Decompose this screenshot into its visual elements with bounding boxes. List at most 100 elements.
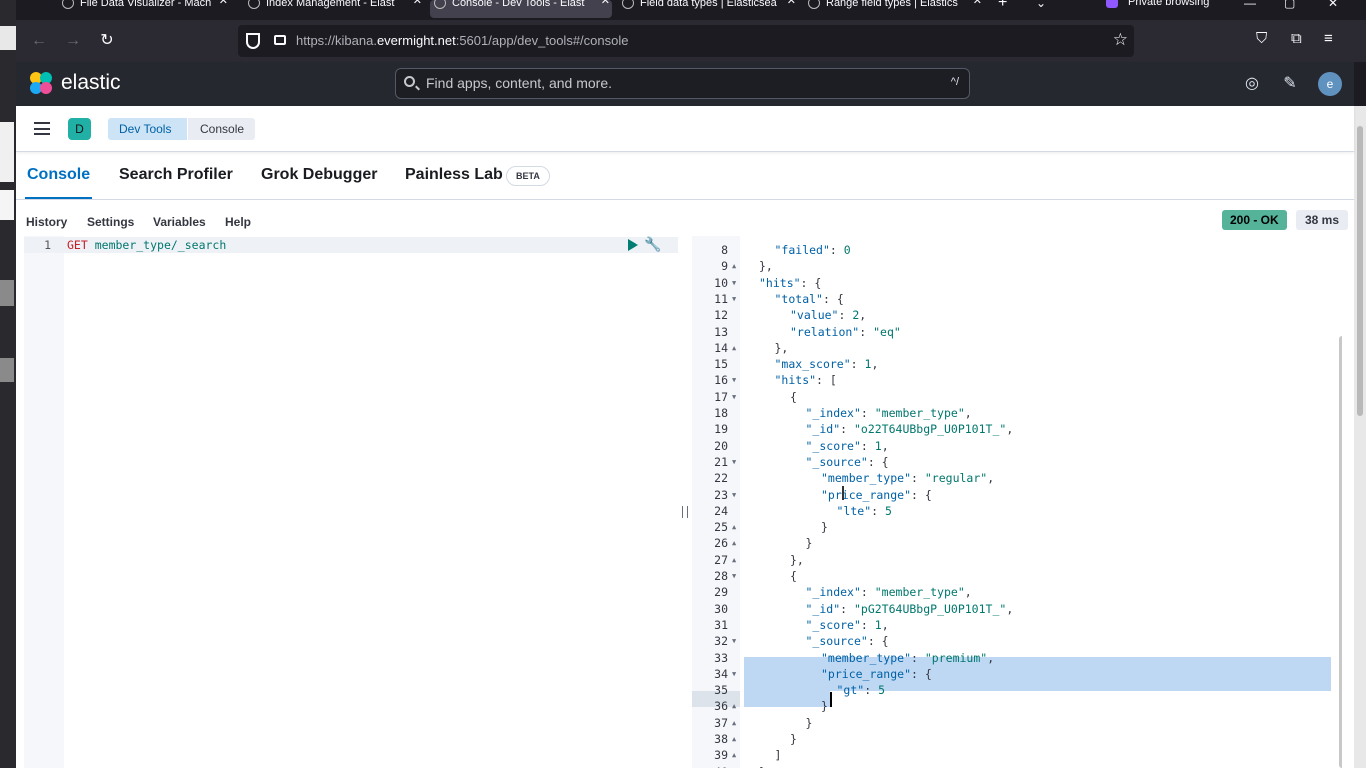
fold-caret-down-icon[interactable]: ▼ [732, 454, 736, 470]
response-line[interactable]: 15 "max_score": 1, [692, 356, 1342, 372]
fold-caret-up-icon[interactable]: ▲ [732, 731, 736, 747]
window-close-icon[interactable]: ✕ [1328, 0, 1338, 10]
user-avatar[interactable]: e [1318, 72, 1342, 96]
response-line[interactable]: 20 "_score": 1, [692, 438, 1342, 454]
response-line[interactable]: 22 "member_type": "regular", [692, 470, 1342, 486]
response-line[interactable]: 38 ▲} [692, 731, 1342, 747]
browser-tab-active[interactable]: Console - Dev Tools - Elast ✕ [430, 0, 612, 18]
close-icon[interactable]: ✕ [219, 0, 228, 7]
browser-tab[interactable]: Index Management - Elast ✕ [244, 0, 424, 18]
fold-caret-up-icon[interactable]: ▲ [732, 535, 736, 551]
maximize-icon[interactable]: ▢ [1284, 0, 1295, 10]
response-line[interactable]: 32 ▼ "_source": { [692, 633, 1342, 649]
fold-caret-down-icon[interactable]: ▼ [732, 568, 736, 584]
response-line[interactable]: 18 "_index": "member_type", [692, 405, 1342, 421]
fold-caret-up-icon[interactable]: ▲ [732, 715, 736, 731]
forward-icon[interactable]: → [62, 30, 84, 52]
panel-resizer[interactable] [682, 506, 688, 518]
response-line[interactable]: 25 ▲} [692, 519, 1342, 535]
tab-grok-debugger[interactable]: Grok Debugger [261, 166, 377, 184]
response-line[interactable]: 23 ▼ "price_range": { [692, 487, 1342, 503]
response-line[interactable]: 17 ▼ { [692, 389, 1342, 405]
help-link[interactable]: Help [225, 215, 251, 229]
history-link[interactable]: History [26, 215, 67, 229]
response-line[interactable]: 13 "relation": "eq" [692, 324, 1342, 340]
tracking-protection-icon[interactable] [246, 33, 260, 49]
hamburger-menu-icon[interactable] [34, 122, 50, 135]
breadcrumb-dev-tools[interactable]: Dev Tools [108, 118, 188, 140]
response-line[interactable]: 39 ▲] [692, 747, 1342, 763]
fold-caret-up-icon[interactable]: ▲ [732, 258, 736, 274]
extensions-icon[interactable]: ⧉ [1291, 30, 1302, 47]
fold-caret-down-icon[interactable]: ▼ [732, 633, 736, 649]
run-request-icon[interactable] [628, 239, 638, 251]
response-line[interactable]: 29 "_index": "member_type", [692, 584, 1342, 600]
settings-link[interactable]: Settings [87, 215, 134, 229]
page-scrollbar[interactable] [1354, 106, 1366, 768]
fold-caret-up-icon[interactable]: ▲ [732, 764, 736, 768]
response-viewer[interactable]: 8 "failed": 0 9 ▲}, 10 ▼ "hits": {11 ▼ "total": … [692, 236, 1342, 768]
bookmark-star-icon[interactable]: ☆ [1113, 30, 1128, 50]
response-line[interactable]: 34 ▼ "price_range": { [692, 666, 1342, 682]
request-line[interactable]: GET member_type/_search [67, 237, 226, 253]
fold-caret-up-icon[interactable]: ▲ [732, 747, 736, 763]
fold-caret-down-icon[interactable]: ▼ [732, 372, 736, 388]
response-line[interactable]: 14 ▲}, [692, 340, 1342, 356]
minimize-icon[interactable]: — [1244, 0, 1256, 10]
response-line[interactable]: 10 ▼ "hits": { [692, 275, 1342, 291]
reload-icon[interactable]: ↻ [96, 30, 118, 52]
response-line[interactable]: 11 ▼ "total": { [692, 291, 1342, 307]
pocket-icon[interactable]: ⛉ [1256, 30, 1267, 47]
response-line[interactable]: 36 ▲} [692, 698, 1342, 714]
browser-tab[interactable]: Field data types | Elasticsea ✕ [618, 0, 798, 18]
fold-caret-up-icon[interactable]: ▲ [732, 340, 736, 356]
wrench-icon[interactable]: 🔧 [644, 236, 661, 253]
fold-caret-down-icon[interactable]: ▼ [732, 487, 736, 503]
fold-caret-up-icon[interactable]: ▲ [732, 698, 736, 714]
response-line[interactable]: 21 ▼ "_source": { [692, 454, 1342, 470]
help-icon[interactable]: ◎ [1242, 74, 1262, 94]
request-editor[interactable]: 1 GET member_type/_search 🔧 [24, 236, 678, 768]
tab-painless-lab[interactable]: Painless Lab [405, 166, 503, 184]
response-line[interactable]: 27 ▲}, [692, 552, 1342, 568]
close-icon[interactable]: ✕ [413, 0, 422, 7]
response-line[interactable]: 37 ▲} [692, 715, 1342, 731]
fold-caret-down-icon[interactable]: ▼ [732, 275, 736, 291]
fold-caret-up-icon[interactable]: ▲ [732, 519, 736, 535]
brand-name[interactable]: elastic [61, 71, 121, 95]
response-line[interactable]: 33 "member_type": "premium", [692, 650, 1342, 666]
space-avatar[interactable]: D [68, 118, 91, 140]
back-icon[interactable]: ← [28, 30, 50, 52]
elastic-logo-icon[interactable] [30, 72, 54, 96]
lock-icon[interactable] [274, 35, 286, 45]
browser-tab[interactable]: File Data Visualizer - Mach ✕ [58, 0, 230, 18]
response-line[interactable]: 40 ▲} [692, 764, 1342, 768]
response-line[interactable]: 19 "_id": "o22T64UBbgP_U0P101T_", [692, 421, 1342, 437]
url-bar[interactable]: https://kibana.evermight.net:5601/app/de… [238, 25, 1134, 57]
menu-icon[interactable]: ≡ [1324, 30, 1333, 47]
global-search-input[interactable]: Find apps, content, and more. ^/ [395, 68, 970, 99]
fold-caret-down-icon[interactable]: ▼ [732, 666, 736, 682]
variables-link[interactable]: Variables [153, 215, 206, 229]
tab-search-profiler[interactable]: Search Profiler [119, 166, 233, 184]
close-icon[interactable]: ✕ [973, 0, 982, 7]
response-line[interactable]: 28 ▼ { [692, 568, 1342, 584]
new-tab-icon[interactable]: + [998, 0, 1007, 12]
fold-caret-down-icon[interactable]: ▼ [732, 389, 736, 405]
response-line[interactable]: 12 "value": 2, [692, 307, 1342, 323]
response-line[interactable]: 31 "_score": 1, [692, 617, 1342, 633]
response-line[interactable]: 8 "failed": 0 [692, 242, 1342, 258]
response-line[interactable]: 16 ▼ "hits": [ [692, 372, 1342, 388]
tab-console[interactable]: Console [24, 166, 93, 199]
news-feed-icon[interactable]: ✎ [1280, 74, 1300, 94]
close-icon[interactable]: ✕ [787, 0, 796, 7]
tab-list-icon[interactable]: ⌄ [1036, 0, 1046, 10]
response-line[interactable]: 26 ▲} [692, 535, 1342, 551]
fold-caret-down-icon[interactable]: ▼ [732, 291, 736, 307]
fold-caret-up-icon[interactable]: ▲ [732, 552, 736, 568]
output-scrollbar[interactable] [1339, 336, 1342, 768]
response-line[interactable]: 35 "gt": 5 [692, 682, 1342, 698]
response-line[interactable]: 24 "lte": 5 [692, 503, 1342, 519]
browser-tab[interactable]: Range field types | Elastics ✕ [804, 0, 984, 18]
response-line[interactable]: 9 ▲}, [692, 258, 1342, 274]
